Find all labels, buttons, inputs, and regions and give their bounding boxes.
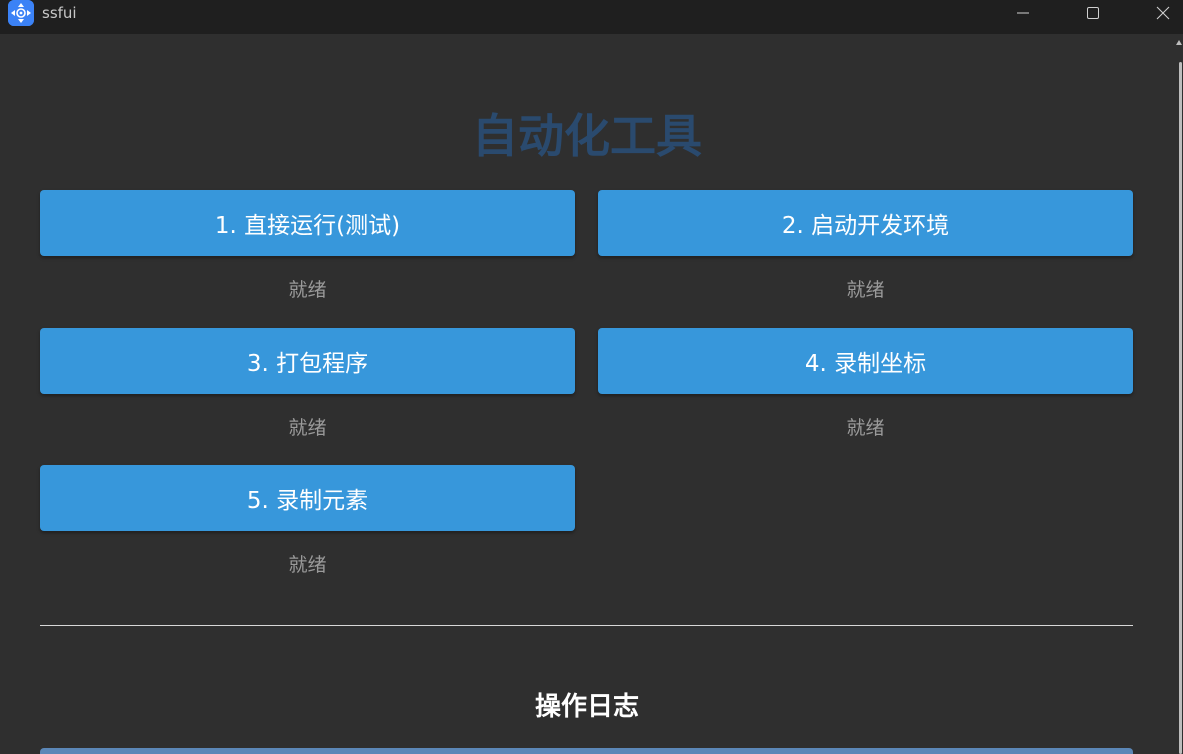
minimize-icon <box>1017 12 1029 14</box>
maximize-icon <box>1087 7 1099 19</box>
scroll-up-icon[interactable] <box>1176 40 1182 45</box>
window-title: ssfui <box>42 4 77 22</box>
page-title: 自动化工具 <box>472 109 702 163</box>
close-button[interactable] <box>1140 0 1183 26</box>
log-heading: 操作日志 <box>534 692 639 722</box>
run-direct-status: 就绪 <box>288 279 327 301</box>
maximize-button[interactable] <box>1070 0 1116 26</box>
scrollbar-thumb[interactable] <box>1179 62 1182 754</box>
start-dev-env-status: 就绪 <box>846 279 885 301</box>
minimize-button[interactable] <box>1000 0 1046 26</box>
start-dev-env-button[interactable]: 2. 启动开发环境 <box>598 190 1133 256</box>
log-output-area[interactable] <box>40 748 1133 754</box>
close-icon <box>1156 6 1170 20</box>
record-elements-status: 就绪 <box>288 554 327 576</box>
section-divider <box>40 625 1133 626</box>
app-window: ssfui 自动化工具 1. 直接运行(测试) 就绪 2. 启动开发环境 就绪 … <box>0 0 1183 754</box>
record-coordinates-button[interactable]: 4. 录制坐标 <box>598 328 1133 394</box>
record-coordinates-status: 就绪 <box>846 417 885 439</box>
record-elements-button[interactable]: 5. 录制元素 <box>40 465 575 531</box>
run-direct-button[interactable]: 1. 直接运行(测试) <box>40 190 575 256</box>
title-bar[interactable]: ssfui <box>0 0 1183 34</box>
app-logo-icon <box>8 0 34 26</box>
package-app-button[interactable]: 3. 打包程序 <box>40 328 575 394</box>
package-app-status: 就绪 <box>288 417 327 439</box>
